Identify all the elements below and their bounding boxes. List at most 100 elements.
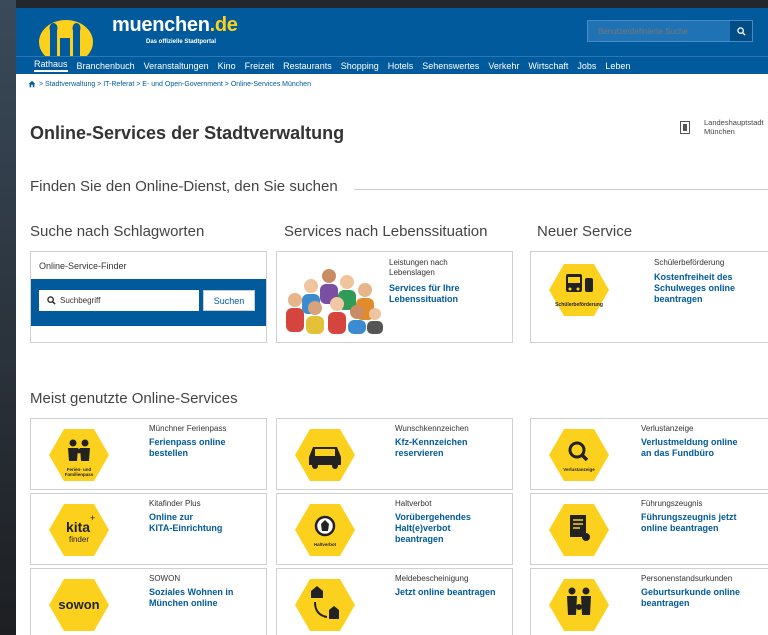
service-link-line[interactable]: Führungszeugnis jetzt [641, 512, 737, 523]
service-card[interactable]: Wunschkennzeichen Kfz-Kennzeichen reservie… [276, 418, 513, 490]
service-card[interactable]: Ferien- und Familienpass Münchner Ferienpa… [30, 418, 267, 490]
neu-link-2[interactable]: Schulweges online [654, 283, 735, 294]
service-card[interactable]: sowon SOWON Soziales Wohnen in München onli… [30, 568, 267, 635]
leben-link-2[interactable]: Lebenssituation [389, 294, 460, 305]
nav-item-rathaus[interactable]: Rathaus [34, 59, 68, 72]
site-search-button[interactable] [730, 21, 752, 41]
heading-lebenssituation: Services nach Lebenssituation [284, 223, 488, 240]
service-card[interactable]: kita finder + Kitafinder Plus Online zur KITA… [30, 493, 267, 565]
service-link-line[interactable]: Online zur [149, 512, 222, 523]
service-icon-label: Verlustanzeige [563, 467, 595, 472]
finden-heading: Finden Sie den Online-Dienst, den Sie su… [30, 178, 338, 195]
school-bus-icon: Schülerbeförderung [549, 264, 609, 316]
service-category: Wunschkennzeichen [395, 424, 469, 433]
family-pass-icon: Ferien- undFamilienpass [49, 429, 109, 481]
nav-item-jobs[interactable]: Jobs [577, 61, 596, 71]
nav-item-kino[interactable]: Kino [218, 61, 236, 71]
service-card[interactable]: Verlustanzeige Verlustanzeige Verlustmeldu… [530, 418, 768, 490]
search-icon [736, 26, 746, 36]
service-category: Kitafinder Plus [149, 499, 201, 508]
moving-house-icon [295, 579, 355, 631]
service-link-line[interactable]: Verlustmeldung online [641, 437, 738, 448]
service-link-line[interactable]: Ferienpass online [149, 437, 226, 448]
service-icon-label: Familienpass [65, 472, 94, 477]
service-link-line[interactable]: Vorübergehendes [395, 512, 471, 523]
service-link-line[interactable]: beantragen [641, 598, 740, 609]
leben-link-1[interactable]: Services für Ihre [389, 283, 460, 294]
heading-schlagworte: Suche nach Schlagworten [30, 223, 205, 240]
svg-text:+: + [90, 513, 95, 523]
neu-cat: Schülerbeförderung [654, 258, 725, 267]
finder-search-input[interactable]: Suchbegriff [39, 290, 199, 311]
svg-text:kita: kita [66, 519, 90, 535]
neu-link-1[interactable]: Kostenfreiheit des [654, 272, 735, 283]
brand-name[interactable]: muenchen.de [112, 14, 238, 37]
site-search [587, 20, 753, 42]
nav-item-verkehr[interactable]: Verkehr [488, 61, 519, 71]
service-category: SOWON [149, 574, 181, 583]
city-label-line-1: Landeshauptstadt [704, 118, 764, 127]
magnifier-icon: Verlustanzeige [549, 429, 609, 481]
service-card[interactable]: Haltverbot Haltverbot Vorübergehendes Halt(… [276, 493, 513, 565]
haltverbot-icon: Haltverbot [295, 504, 355, 556]
svg-text:sowon: sowon [58, 597, 99, 612]
service-card[interactable]: Führungszeugnis Führungszeugnis jetzt onli… [530, 493, 768, 565]
service-category: Verlustanzeige [641, 424, 694, 433]
finder-title: Online-Service-Finder [39, 261, 127, 271]
school-bus-label: Schülerbeförderung [555, 302, 603, 308]
service-link-line[interactable]: bestellen [149, 448, 226, 459]
service-card[interactable]: Personenstandsurkunden Geburtsurkunde onl… [530, 568, 768, 635]
service-link-line[interactable]: Kfz-Kennzeichen [395, 437, 468, 448]
nav-item-branchenbuch[interactable]: Branchenbuch [77, 61, 135, 71]
service-link-line[interactable]: KITA-Einrichtung [149, 523, 222, 534]
home-icon[interactable] [28, 80, 36, 88]
nav-item-freizeit[interactable]: Freizeit [245, 61, 275, 71]
lebenssituation-card[interactable]: Leistungen nach Lebenslagen Services für … [276, 251, 513, 343]
service-category: Führungszeugnis [641, 499, 703, 508]
nav-item-sehenswertes[interactable]: Sehenswertes [422, 61, 479, 71]
service-link-line[interactable]: online beantragen [641, 523, 737, 534]
kita-finder-icon: kitafinder + [49, 504, 109, 556]
neuer-service-card[interactable]: Schülerbeförderung Schülerbeförderung Ko… [530, 251, 768, 343]
muenchen-logo-icon[interactable] [38, 12, 94, 56]
car-icon [295, 429, 355, 481]
svg-text:finder: finder [69, 535, 89, 544]
nav-item-veranstaltungen[interactable]: Veranstaltungen [144, 61, 209, 71]
service-category: Meldebescheinigung [395, 574, 469, 583]
breadcrumb-path[interactable]: > Stadtverwaltung > IT-Referat > E- und … [39, 81, 311, 88]
site-header: muenchen.de Das offizielle Stadtportal [16, 8, 768, 56]
service-link-line[interactable]: Geburtsurkunde online [641, 587, 740, 598]
leben-cat-2: Lebenslagen [389, 268, 435, 277]
service-link-line[interactable]: an das Fundbüro [641, 448, 738, 459]
people-crowd-icon [286, 269, 383, 334]
nav-item-shopping[interactable]: Shopping [341, 61, 379, 71]
leben-cat-1: Leistungen nach [389, 258, 448, 267]
certificate-icon [549, 504, 609, 556]
sowon-icon: sowon [49, 579, 109, 631]
service-link-line[interactable]: München online [149, 598, 233, 609]
page-title: Online-Services der Stadtverwaltung [30, 123, 345, 143]
page: muenchen.de Das offizielle Stadtportal R… [16, 8, 768, 635]
neu-link-3[interactable]: beantragen [654, 294, 735, 305]
service-category: Münchner Ferienpass [149, 424, 227, 433]
service-link-line[interactable]: Soziales Wohnen in [149, 587, 233, 598]
nav-item-hotels[interactable]: Hotels [388, 61, 414, 71]
site-search-input[interactable] [588, 21, 728, 42]
nav-item-restaurants[interactable]: Restaurants [283, 61, 332, 71]
service-card[interactable]: Meldebescheinigung Jetzt online beantrage… [276, 568, 513, 635]
service-link-line[interactable]: beantragen [395, 534, 471, 545]
breadcrumb: > Stadtverwaltung > IT-Referat > E- und … [16, 74, 768, 94]
meist-heading: Meist genutzte Online-Services [30, 390, 238, 407]
service-link-line[interactable]: reservieren [395, 448, 468, 459]
service-finder-card: Online-Service-Finder Suchbegriff Suchen [30, 251, 267, 343]
finder-form: Suchbegriff Suchen [31, 279, 266, 326]
service-link-line[interactable]: Halt(e)verbot [395, 523, 471, 534]
main-nav: Rathaus Branchenbuch Veranstaltungen Kino Fr… [16, 56, 768, 74]
service-category: Haltverbot [395, 499, 432, 508]
nav-item-wirtschaft[interactable]: Wirtschaft [528, 61, 568, 71]
city-label-line-2: München [704, 127, 735, 136]
nav-item-leben[interactable]: Leben [605, 61, 630, 71]
service-link-line[interactable]: Jetzt online beantragen [395, 587, 496, 598]
finder-submit-button[interactable]: Suchen [203, 290, 255, 311]
service-icon-label: Haltverbot [314, 542, 337, 547]
